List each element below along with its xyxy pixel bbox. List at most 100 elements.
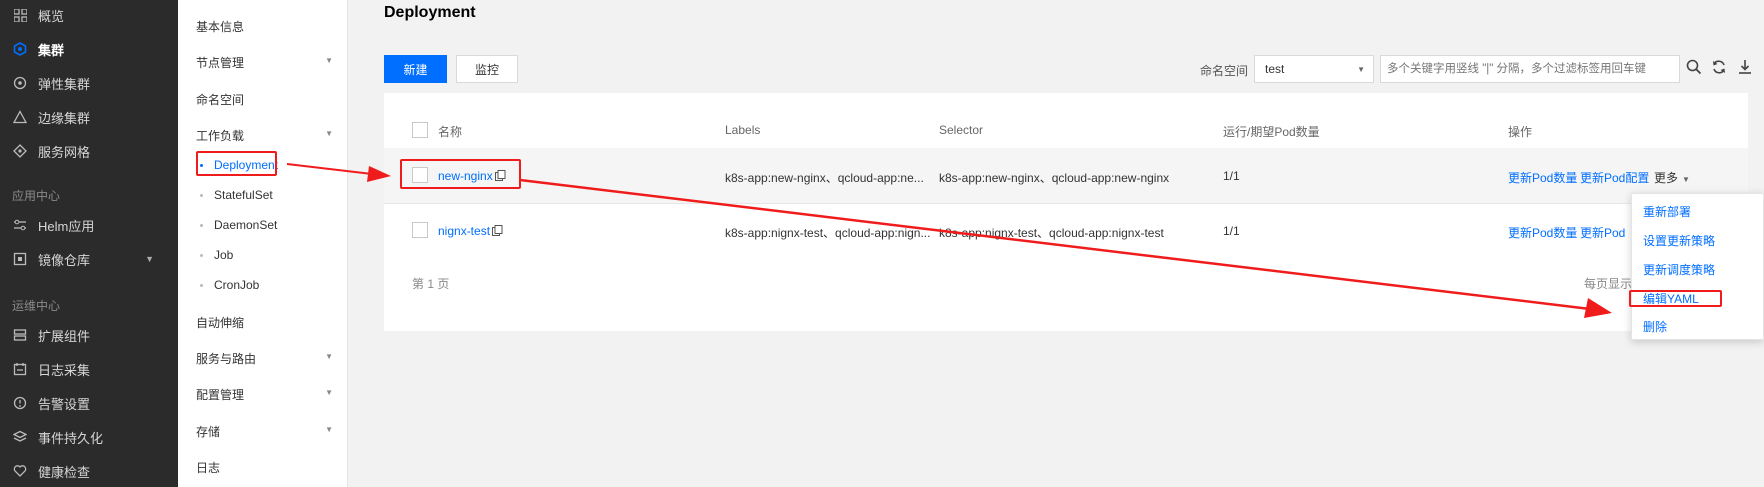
chevron-down-icon: ▼ — [325, 388, 333, 397]
monitor-button[interactable]: 监控 — [456, 55, 518, 83]
sidebar-item-label: 集群 — [38, 42, 65, 58]
sidebar-item-elastic-cluster[interactable]: 弹性集群 — [0, 68, 178, 98]
page-title: Deployment — [384, 4, 476, 21]
subnav-workload[interactable]: 工作负载 — [196, 127, 244, 144]
sidebar-item-label: 日志采集 — [38, 362, 91, 378]
search-icon[interactable] — [1686, 59, 1702, 78]
chevron-down-icon: ▼ — [325, 129, 333, 138]
annotation-box-new-nginx — [400, 159, 521, 189]
sidebar-item-service-mesh[interactable]: 服务网格 — [0, 136, 178, 166]
update-pod-config-link[interactable]: 更新Pod配置 — [1580, 169, 1649, 186]
subnav-autoscale[interactable]: 自动伸缩 — [196, 314, 244, 331]
sidebar-item-health-check[interactable]: 健康检查 — [0, 456, 178, 486]
subnav-node-management[interactable]: 节点管理 — [196, 54, 244, 71]
edge-icon — [12, 109, 28, 125]
sidebar-item-cluster[interactable]: 集群 — [0, 34, 178, 64]
sidebar-item-log-collection[interactable]: 日志采集 — [0, 354, 178, 384]
sidebar-item-addons[interactable]: 扩展组件 — [0, 320, 178, 350]
more-dropdown-trigger[interactable]: 更多 ▼ — [1654, 169, 1690, 186]
subnav-job[interactable]: Job — [199, 248, 233, 262]
pagination-label: 第 1 页 — [412, 277, 450, 291]
sidebar-item-label: 告警设置 — [38, 396, 91, 412]
annotation-box-deployment — [196, 151, 277, 176]
health-icon — [12, 463, 28, 479]
deployment-name[interactable]: nignx-test — [438, 224, 490, 238]
sidebar-item-label: 概览 — [38, 8, 65, 24]
namespace-label: 命名空间 — [1200, 64, 1249, 78]
table-cell-pods: 1/1 — [1223, 169, 1240, 183]
sidebar-item-overview[interactable]: 概览 — [0, 0, 178, 30]
new-button[interactable]: 新建 — [384, 55, 447, 83]
menu-item-update-strategy[interactable]: 设置更新策略 — [1643, 232, 1715, 249]
sidebar-item-label: Helm应用 — [38, 218, 95, 234]
column-header-pods: 运行/期望Pod数量 — [1223, 125, 1320, 139]
more-actions-menu: 重新部署 设置更新策略 更新调度策略 编辑YAML 删除 — [1631, 193, 1764, 340]
namespace-value: test — [1265, 62, 1285, 76]
subnav-cronjob[interactable]: CronJob — [199, 278, 259, 292]
sidebar-item-edge-cluster[interactable]: 边缘集群 — [0, 102, 178, 132]
column-header-actions: 操作 — [1508, 125, 1533, 139]
column-header-selector: Selector — [939, 123, 984, 137]
alarm-icon — [12, 395, 28, 411]
table-cell-labels: k8s-app:nignx-test、qcloud-app:nign... — [725, 226, 931, 240]
namespace-select[interactable]: test ▼ — [1254, 55, 1374, 83]
sidebar-item-registry[interactable]: 镜像仓库 ▼ — [0, 244, 178, 274]
table-cell-pods: 1/1 — [1223, 224, 1240, 238]
subnav-statefulset[interactable]: StatefulSet — [200, 188, 273, 202]
sidebar-item-label: 镜像仓库 — [38, 252, 91, 268]
subnav-basic-info[interactable]: 基本信息 — [196, 18, 244, 35]
sidebar-item-label: 边缘集群 — [38, 110, 91, 126]
sidebar-item-event-persistence[interactable]: 事件持久化 — [0, 422, 178, 452]
sidebar-section-app-center: 应用中心 — [12, 189, 61, 203]
chevron-down-icon: ▼ — [325, 425, 333, 434]
menu-item-redeploy[interactable]: 重新部署 — [1643, 203, 1691, 220]
addon-icon — [12, 327, 28, 343]
row-checkbox[interactable] — [412, 222, 428, 238]
chevron-down-icon: ▼ — [1357, 64, 1365, 74]
registry-icon — [12, 251, 28, 267]
menu-item-scheduling-strategy[interactable]: 更新调度策略 — [1643, 261, 1715, 278]
table-cell-selector: k8s-app:new-nginx、qcloud-app:new-nginx — [939, 171, 1170, 185]
sidebar-item-label: 弹性集群 — [38, 76, 91, 92]
refresh-icon[interactable] — [1711, 59, 1727, 78]
sidebar-section-ops-center: 运维中心 — [12, 299, 61, 313]
elastic-icon — [12, 75, 28, 91]
sidebar-item-alarm[interactable]: 告警设置 — [0, 388, 178, 418]
subnav-logs[interactable]: 日志 — [196, 459, 220, 476]
subnav-namespace[interactable]: 命名空间 — [196, 91, 244, 108]
sidebar-item-label: 服务网格 — [38, 144, 91, 160]
search-input[interactable] — [1380, 55, 1680, 83]
select-all-checkbox[interactable] — [412, 122, 428, 138]
deployment-table: 名称 Labels Selector 运行/期望Pod数量 操作 new-ngi… — [384, 93, 1748, 331]
event-icon — [12, 429, 28, 445]
column-header-labels: Labels — [725, 123, 761, 137]
cluster-subnav: 基本信息 节点管理 ▼ 命名空间 工作负载 ▼ Deployment State… — [178, 0, 348, 487]
cluster-icon — [12, 41, 28, 57]
divider — [384, 203, 1748, 204]
helm-icon — [12, 217, 28, 233]
main-sidebar: 概览 集群 弹性集群 边缘集群 服务网格 应用中心 Helm应用 镜像仓库 ▼ … — [0, 0, 178, 487]
update-pod-config-link[interactable]: 更新Pod — [1580, 224, 1625, 241]
download-icon[interactable] — [1737, 59, 1753, 78]
copy-icon[interactable] — [492, 225, 503, 239]
update-pod-count-link[interactable]: 更新Pod数量 — [1508, 169, 1577, 186]
menu-item-delete[interactable]: 删除 — [1643, 318, 1667, 335]
sidebar-item-helm[interactable]: Helm应用 — [0, 210, 178, 240]
more-label: 更多 — [1654, 171, 1679, 185]
chevron-down-icon: ▼ — [325, 56, 333, 65]
table-cell-selector: k8s-app:nignx-test、qcloud-app:nignx-test — [939, 226, 1164, 240]
sidebar-item-label: 健康检查 — [38, 464, 91, 480]
table-cell-labels: k8s-app:new-nginx、qcloud-app:ne... — [725, 171, 924, 185]
update-pod-count-link[interactable]: 更新Pod数量 — [1508, 224, 1577, 241]
sidebar-item-label: 事件持久化 — [38, 430, 104, 446]
grid-icon — [12, 7, 28, 23]
sidebar-item-label: 扩展组件 — [38, 328, 91, 344]
annotation-box-edit-yaml — [1629, 290, 1722, 307]
subnav-config-management[interactable]: 配置管理 — [196, 386, 244, 403]
chevron-down-icon: ▼ — [325, 352, 333, 361]
subnav-service-route[interactable]: 服务与路由 — [196, 350, 256, 367]
table-row-name-link[interactable]: nignx-test — [438, 224, 503, 239]
subnav-storage[interactable]: 存储 — [196, 423, 220, 440]
mesh-icon — [12, 143, 28, 159]
subnav-daemonset[interactable]: DaemonSet — [199, 218, 277, 232]
